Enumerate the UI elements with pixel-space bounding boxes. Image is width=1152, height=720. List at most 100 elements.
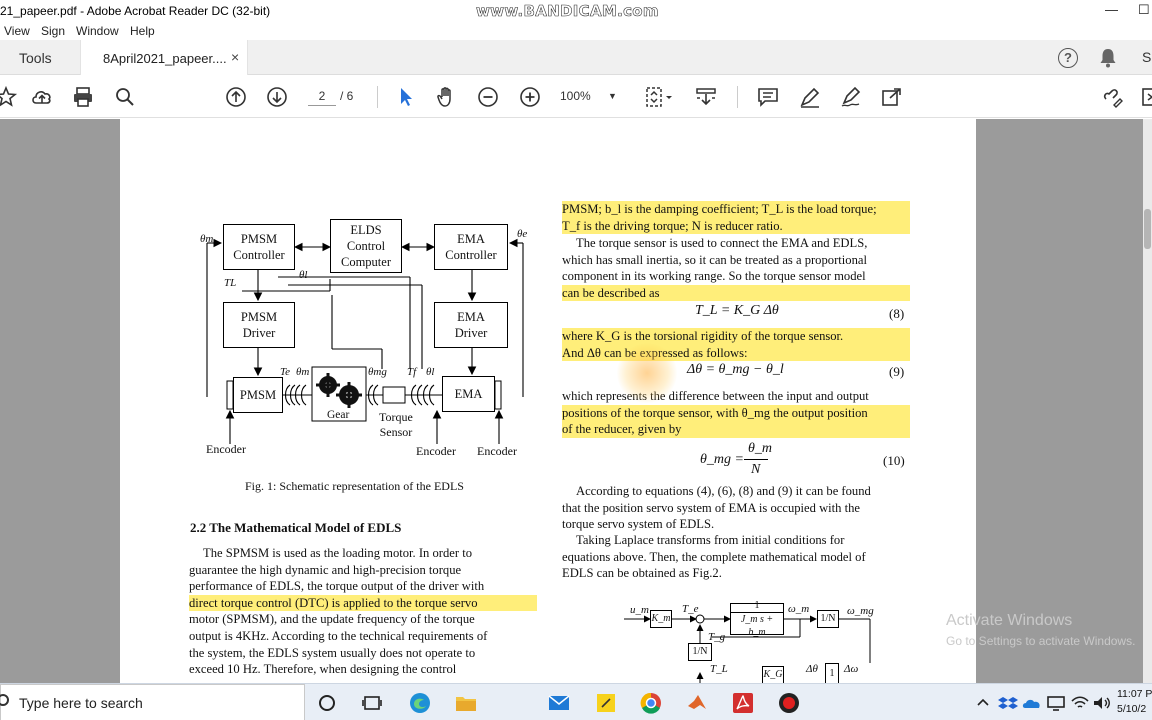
wifi-icon[interactable] [1070,691,1090,715]
system-clock[interactable]: 11:07 P 5/10/2 [1117,687,1152,717]
fig2-km-block: K_m [650,610,672,628]
next-page-icon[interactable] [265,85,289,109]
fig2-tl-label: T_L [710,663,728,675]
document-viewport[interactable]: PMSM Controller ELDS Control Computer EM… [0,119,1152,683]
cloud-upload-icon[interactable] [30,85,54,109]
fig2-tg-label: T_g [708,631,726,643]
ema-motor-block: EMA [442,376,495,412]
page-fit-icon[interactable] [643,85,675,109]
te-label: Te [280,366,290,378]
fig2-te-label: T_e [682,603,699,615]
acrobat-icon[interactable] [731,691,755,715]
menu-view[interactable]: View [4,24,30,38]
tab-document-label: 8April2021_papeer.... [103,51,227,66]
right-paragraph-6: Taking Laplace transforms from initial c… [562,533,866,581]
elds-controller-block: ELDS Control Computer [330,219,402,273]
fig2-kg-block: K_G [762,666,784,683]
comment-icon[interactable] [756,85,780,109]
more-tools-icon[interactable] [1140,85,1152,109]
section-heading: 2.2 The Mathematical Model of EDLS [190,520,402,535]
equation-9-number: (9) [889,364,905,379]
zoom-value: 100% [560,89,591,103]
fig2-omega-m-label: ω_m [788,603,810,615]
theta-m-shaft-label: θm [296,366,310,378]
link-pen-icon[interactable] [1100,85,1124,109]
screen: 21_papeer.pdf - Adobe Acrobat Reader DC … [0,0,1152,720]
share-icon[interactable] [880,85,904,109]
hand-tool-icon[interactable] [435,85,459,109]
left-paragraph: The SPMSM is used as the loading motor. … [189,545,537,678]
right-paragraph-3: where K_G is the torsional rigidity of t… [562,328,910,362]
tl-label: TL [224,277,237,289]
fig2-one-over-n-block-2: 1/N [688,643,712,661]
torque-sensor-label: Torque Sensor [379,410,413,439]
task-view-icon[interactable] [360,691,384,715]
chevron-up-icon[interactable] [975,691,991,715]
zoom-out-icon[interactable] [476,85,500,109]
encoder-label-left: Encoder [206,442,246,456]
toolbar: 2 / 6 100% ▼ [0,76,1152,118]
menu-sign[interactable]: Sign [41,24,65,38]
mail-icon[interactable] [547,691,571,715]
diagram-wires [206,238,524,444]
menu-window[interactable]: Window [76,24,119,38]
right-paragraph-2: The torque sensor is used to connect the… [562,235,910,302]
taskbar-search-box[interactable]: Type here to search [0,684,305,720]
right-paragraph-1: PMSM; b_l is the damping coefficient; T_… [562,201,910,235]
network-icon[interactable] [1046,691,1066,715]
menu-help[interactable]: Help [130,24,155,38]
sign-in-button[interactable]: S [1142,49,1151,65]
tab-document[interactable]: 8April2021_papeer.... × [80,40,248,75]
activate-windows-title: Activate Windows [946,612,1073,629]
zoom-in-icon[interactable] [518,85,542,109]
pmsm-motor-block: PMSM [233,377,283,413]
previous-page-icon[interactable] [224,85,248,109]
right-paragraph-4: which represents the difference between … [562,388,910,438]
theta-e-label: θe [517,228,528,240]
onedrive-icon[interactable] [1022,691,1042,715]
help-icon[interactable]: ? [1058,48,1078,68]
volume-icon[interactable] [1092,691,1112,715]
recording-watermark: www.BANDICAM.com [476,2,659,21]
sticky-notes-icon[interactable] [594,691,618,715]
maximize-button[interactable]: ☐ [1138,2,1150,18]
search-icon[interactable] [113,85,137,109]
highlight-pen-icon[interactable] [798,85,822,109]
zoom-select[interactable]: 100% ▼ [560,88,620,106]
dropbox-icon[interactable] [998,691,1018,715]
clock-date: 5/10/2 [1117,703,1147,715]
clock-time: 11:07 P [1117,688,1152,700]
theta-m-label: θm [200,233,214,245]
tab-tools[interactable]: Tools [0,40,78,75]
fig2-um-label: u_m [630,604,649,616]
scroll-mode-icon[interactable] [694,85,718,109]
edge-browser-icon[interactable] [408,691,432,715]
sign-pen-icon[interactable] [839,85,863,109]
page-number-input[interactable]: 2 [308,88,336,106]
equation-8: T_L = K_G Δθ [695,303,779,318]
encoder-label-middle: Encoder [416,444,456,458]
encoder-label-right: Encoder [477,444,517,458]
tab-bar: Tools 8April2021_papeer.... × ? S [0,40,1152,75]
print-icon[interactable] [71,85,95,109]
star-icon[interactable] [0,85,18,109]
bell-icon[interactable] [1099,48,1117,68]
tf-label: Tf [407,366,417,378]
mouse-cursor-highlight [617,343,677,403]
file-explorer-icon[interactable] [454,691,478,715]
cortana-icon[interactable] [315,691,339,715]
menu-bar: View Sign Window Help [0,22,1152,40]
taskbar: Type here to search 11:07 P 5/10/2 [0,683,1152,720]
scrollbar-thumb[interactable] [1144,209,1151,249]
taskbar-search-placeholder: Type here to search [19,695,143,711]
bandicam-record-icon[interactable] [777,691,801,715]
pdf-page: PMSM Controller ELDS Control Computer EM… [120,119,976,683]
fig2-transfer-block: 1 J_m s + b_m [730,600,784,638]
right-paragraph-5: According to equations (4), (6), (8) and… [562,484,871,532]
minimize-button[interactable]: — [1105,2,1118,17]
matlab-icon[interactable] [685,691,709,715]
vertical-scrollbar[interactable] [1143,119,1152,683]
select-cursor-icon[interactable] [394,85,418,109]
chrome-icon[interactable] [639,691,663,715]
close-tab-icon[interactable]: × [231,49,239,65]
